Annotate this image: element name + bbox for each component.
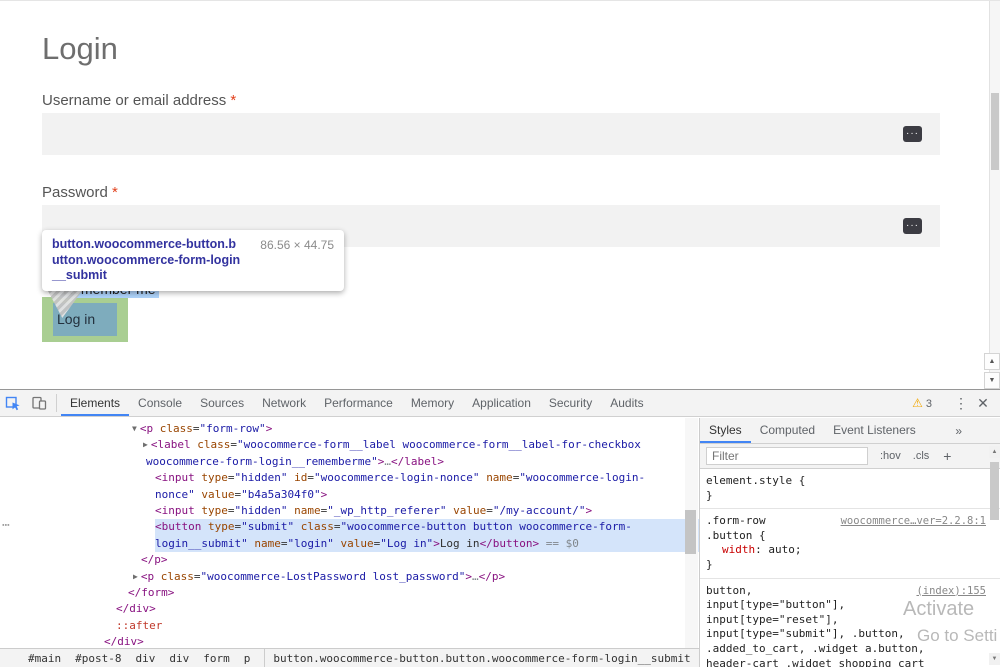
username-field-wrap: ··· [42,113,940,155]
breadcrumb-items: #main #post-8 div div form p [28,652,264,665]
password-manager-icon[interactable]: ··· [903,218,922,234]
required-marker: * [230,92,236,109]
css-property[interactable]: width: auto; [706,543,986,558]
css-rule[interactable]: woocommerce…ver=2.2.8:1.form-row.button … [700,509,1000,578]
breadcrumb-item[interactable]: #post-8 [75,652,121,665]
styles-tab-styles[interactable]: Styles [700,418,751,443]
inspect-tooltip-selector-line2: utton.woocommerce-form-login [52,253,334,269]
devtools-tab-security[interactable]: Security [540,390,601,416]
devtools-panel: ElementsConsoleSourcesNetworkPerformance… [0,389,1000,667]
page-title: Login [42,31,118,67]
stylesheet-link[interactable]: (index):155 [916,584,986,599]
devtools-toolbar: ElementsConsoleSourcesNetworkPerformance… [0,390,1000,417]
elements-scrollbar[interactable] [685,418,698,648]
new-style-rule-button[interactable]: + [943,448,951,464]
username-input[interactable] [42,113,940,155]
breadcrumb: #main #post-8 div div form p button.woocommer… [0,648,699,667]
expand-arrow-icon[interactable]: ▶ [133,569,138,585]
toolbar-divider [56,394,57,412]
password-manager-icon[interactable]: ··· [903,126,922,142]
inspect-tooltip: button.woocommerce-button.b utton.woocom… [42,230,344,291]
tree-line[interactable]: nonce" value="b4a5a304f0"> [0,487,699,503]
devtools-tab-memory[interactable]: Memory [402,390,463,416]
devtools-menu-icon[interactable]: ⋮ [950,395,972,412]
expand-arrow-icon[interactable]: ▼ [132,421,137,437]
styles-tabs: StylesComputedEvent Listeners » [700,418,1000,444]
devtools-tab-sources[interactable]: Sources [191,390,253,416]
elements-panel: ⋯ ▼<p class="form-row">▶<label class="wo… [0,418,700,667]
devtools-tab-application[interactable]: Application [463,390,540,416]
tree-line[interactable]: </div> [0,634,699,648]
tree-line[interactable]: <input type="hidden" name="_wp_http_refe… [0,503,699,519]
devtools-tab-network[interactable]: Network [253,390,315,416]
tree-line[interactable]: <button type="submit" class="woocommerce… [0,519,699,535]
breadcrumb-item[interactable]: #main [28,652,61,665]
devtools-tab-console[interactable]: Console [129,390,191,416]
elements-tree: ⋯ ▼<p class="form-row">▶<label class="wo… [0,418,699,648]
page-scrollbar-thumb[interactable] [991,93,999,170]
tree-line[interactable]: woocommerce-form-login__rememberme">…</l… [0,454,699,470]
styles-filter-bar: :hov .cls + [700,444,1000,469]
tree-line[interactable]: login__submit" name="login" value="Log i… [0,536,699,552]
more-actions-icon[interactable]: ⋯ [2,518,11,533]
breadcrumb-divider [264,649,265,667]
page-scrollbar[interactable] [989,1,1000,390]
required-marker: * [112,184,118,201]
inspect-element-icon[interactable] [0,391,26,415]
styles-filter-input[interactable] [706,447,868,465]
breadcrumb-selected[interactable]: button.woocommerce-button.button.woocomm… [273,652,690,665]
devtools-tab-audits[interactable]: Audits [601,390,652,416]
console-warning-badge[interactable]: ⚠3 [912,396,932,410]
tree-line[interactable]: ▼<p class="form-row"> [0,421,699,437]
scroll-up-button[interactable]: ▲ [984,353,1000,370]
styles-scroll-up-icon[interactable]: ▲ [989,446,1000,458]
styles-tab-list: StylesComputedEvent Listeners [700,418,925,443]
css-rule[interactable]: (index):155button,input[type="button"],i… [700,579,1000,667]
warning-count: 3 [926,398,932,410]
scroll-down-button[interactable]: ▼ [984,372,1000,389]
devtools-tab-elements[interactable]: Elements [61,390,129,416]
tree-line[interactable]: ▶<p class="woocommerce-LostPassword lost… [0,569,699,585]
devtools-close-icon[interactable]: ✕ [972,395,994,412]
tree-line[interactable]: </form> [0,585,699,601]
tree-line[interactable]: ▶<label class="woocommerce-form__label w… [0,437,699,453]
device-toolbar-icon[interactable] [26,391,52,415]
username-label: Username or email address * [42,92,236,109]
inspect-tooltip-dimensions: 86.56 × 44.75 [260,238,334,252]
css-rule[interactable]: element.style {} [700,469,1000,509]
styles-rules: element.style {}woocommerce…ver=2.2.8:1.… [700,469,1000,667]
devtools-tab-performance[interactable]: Performance [315,390,402,416]
pseudo-state-toggle[interactable]: :hov [880,450,901,462]
tree-line[interactable]: </p> [0,552,699,568]
breadcrumb-item[interactable]: div [169,652,189,665]
inspect-tooltip-selector-line3: __submit [52,268,334,284]
styles-tab-computed[interactable]: Computed [751,418,824,443]
tab-overflow-icon[interactable]: » [955,424,962,438]
class-toggle[interactable]: .cls [913,450,930,462]
devtools-tabs: ElementsConsoleSourcesNetworkPerformance… [61,390,653,416]
breadcrumb-item[interactable]: p [244,652,251,665]
styles-scrollbar-thumb[interactable] [990,462,999,520]
tree-line[interactable]: <input type="hidden" id="woocommerce-log… [0,470,699,486]
scroll-up-icon: ▲ [989,358,996,365]
tree-line[interactable]: ::after [0,618,699,634]
styles-panel: StylesComputedEvent Listeners » :hov .cl… [700,418,1000,667]
scroll-down-icon: ▼ [989,377,996,384]
breadcrumb-item[interactable]: form [203,652,230,665]
browser-page: Login Username or email address * ··· Pa… [0,0,1000,389]
warning-icon: ⚠ [912,396,923,410]
password-label: Password * [42,184,118,201]
expand-arrow-icon[interactable]: ▶ [143,437,148,453]
elements-scrollbar-thumb[interactable] [685,510,696,554]
stylesheet-link[interactable]: woocommerce…ver=2.2.8:1 [841,514,986,529]
styles-tab-event-listeners[interactable]: Event Listeners [824,418,925,443]
styles-scroll-down-icon[interactable]: ▼ [989,653,1000,665]
breadcrumb-item[interactable]: div [135,652,155,665]
tree-line[interactable]: </div> [0,601,699,617]
